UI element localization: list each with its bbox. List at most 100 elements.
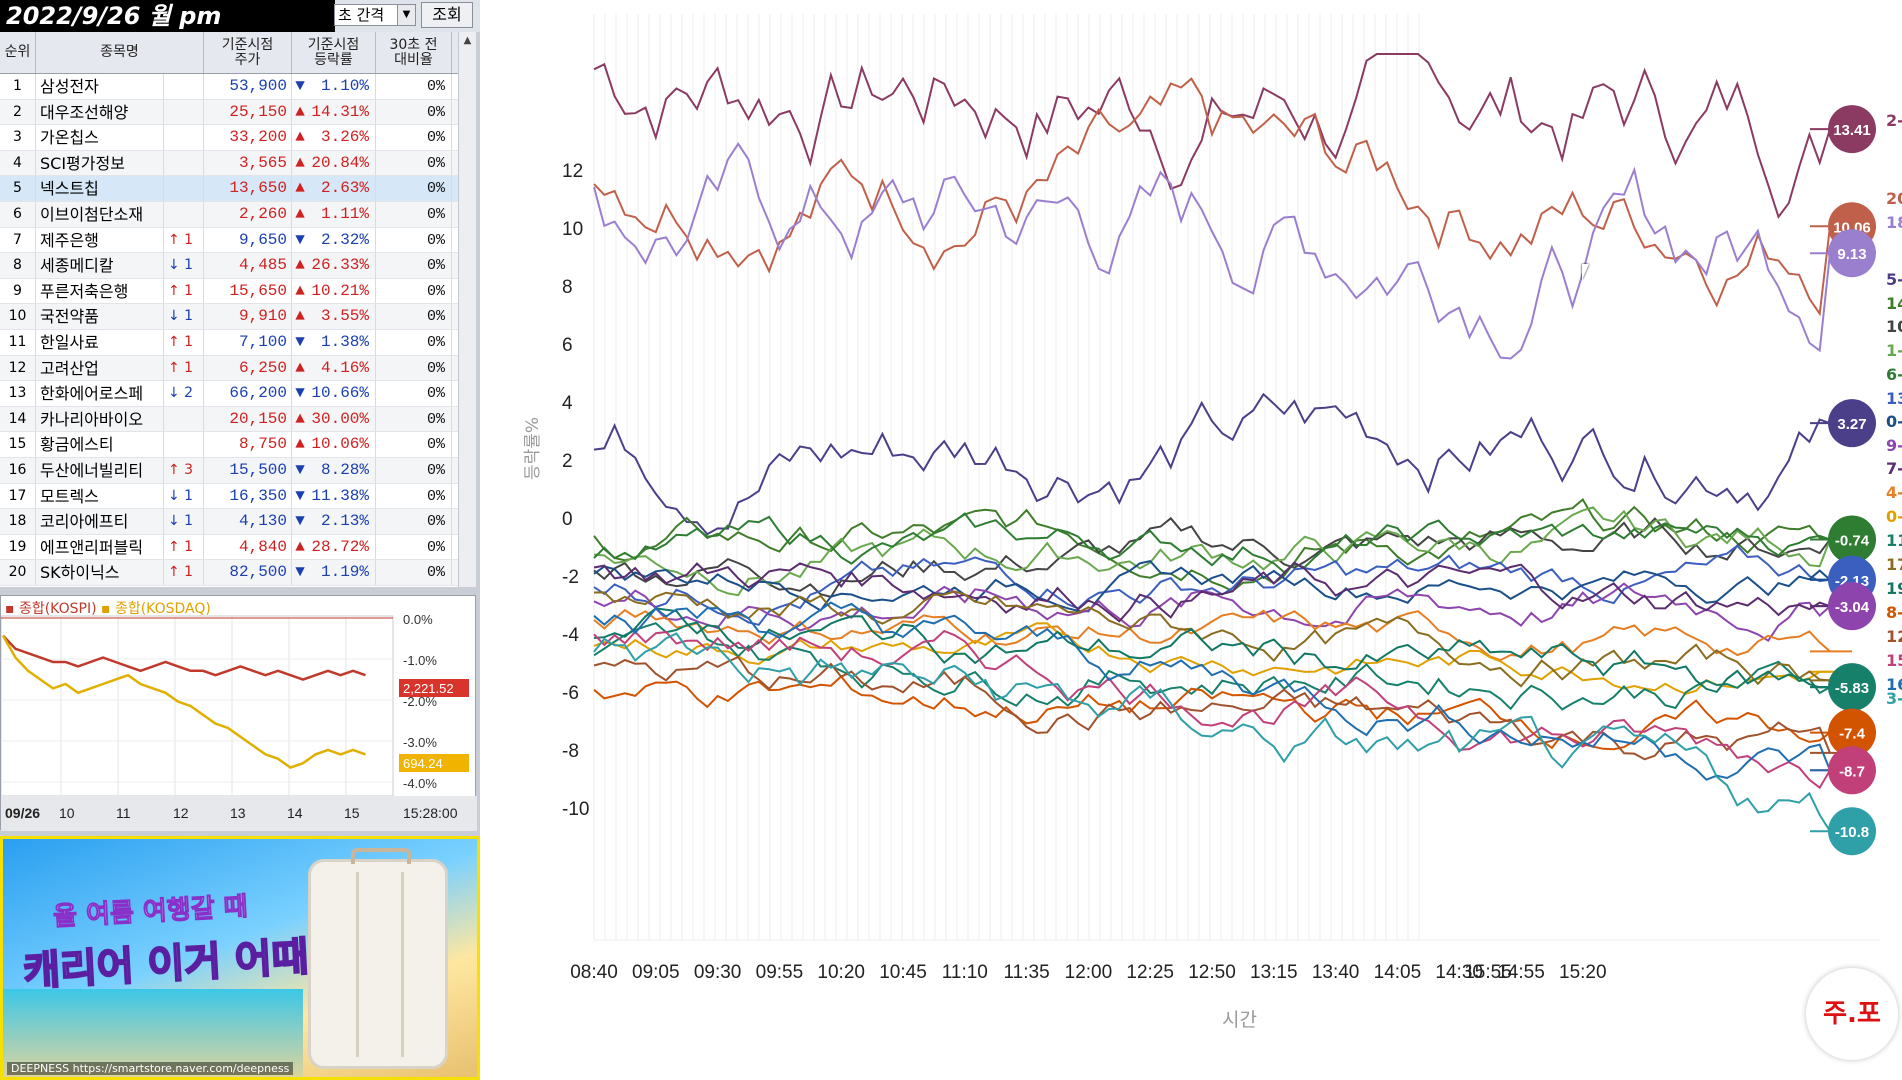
series-line	[593, 392, 1831, 536]
table-row[interactable]: 19 에프앤리퍼블릭 ↑ 1 4,840 ▲ 28.72% 0%	[0, 534, 476, 561]
table-row[interactable]: 16 두산에너빌리티 ↑ 3 15,500 ▼ 8.28% 0%	[0, 457, 476, 484]
header-rank[interactable]: 순위	[0, 32, 36, 73]
arrow-up-icon: ▲	[295, 409, 305, 428]
header-name[interactable]: 종목명	[36, 32, 204, 73]
interval-select[interactable]: 초 간격 ▼	[334, 4, 416, 26]
change-value: 3.26%	[320, 128, 369, 147]
arrow-up-icon: ▲	[295, 102, 305, 121]
header-change[interactable]: 기준시점 등락률	[292, 32, 376, 73]
change-value: 1.38%	[320, 332, 369, 351]
stock-name-cell: 삼성전자	[36, 74, 164, 99]
series-line	[593, 601, 1831, 781]
change-value: 10.21%	[311, 281, 369, 300]
price-cell: 7,100	[204, 329, 292, 355]
rank-move-cell: ↓ 2	[164, 381, 204, 406]
stock-name-cell: 푸른저축은행	[36, 278, 164, 304]
price-cell: 8,750	[204, 432, 292, 457]
table-row[interactable]: 14 카나리아바이오 20,150 ▲ 30.00% 0%	[0, 406, 476, 433]
table-row[interactable]: 2 대우조선해양 25,150 ▲ 14.31% 0%	[0, 99, 476, 126]
arrow-down-icon: ▼	[295, 77, 305, 95]
rank-move-cell: ↑ 1	[164, 355, 204, 381]
stock-name-cell: 황금에스티	[36, 432, 164, 457]
prev30-cell: 0%	[376, 534, 452, 560]
series-legend-label: 10-한일사료	[1886, 317, 1902, 336]
x-tick-label: 15:55	[1464, 962, 1512, 983]
rank-move-cell	[164, 176, 204, 201]
table-row[interactable]: 20 SK하이닉스 ↑ 1 82,500 ▼ 1.19% 0%	[0, 560, 476, 586]
table-row[interactable]: 3 가온칩스 33,200 ▲ 3.26% 0%	[0, 125, 476, 151]
prev30-cell: 0%	[376, 176, 452, 201]
change-value: 1.10%	[320, 77, 369, 95]
series-legend-label: 5-가온칩스	[1886, 270, 1902, 289]
series-legend-label: 7-제주은행	[1886, 459, 1902, 478]
kosdaq-value: 694.24	[403, 756, 443, 771]
table-row[interactable]: 4 SCI평가정보 3,565 ▲ 20.84% 0%	[0, 150, 476, 177]
series-line	[593, 582, 1831, 643]
table-row[interactable]: 12 고려산업 ↑ 1 6,250 ▲ 4.16% 0%	[0, 355, 476, 382]
x-tick-label: 10:45	[879, 962, 927, 983]
change-value: 14.31%	[311, 102, 369, 121]
query-button[interactable]: 조회	[421, 2, 473, 28]
table-row[interactable]: 17 모트렉스 ↓ 1 16,350 ▼ 11.38% 0%	[0, 483, 476, 510]
table-row[interactable]: 18 코리아에프티 ↓ 1 4,130 ▼ 2.13% 0%	[0, 509, 476, 535]
series-end-value: 3.27	[1837, 416, 1866, 433]
stock-name-cell: 한일사료	[36, 329, 164, 355]
mouse-cursor-icon	[1582, 264, 1589, 280]
chevron-down-icon[interactable]: ▼	[397, 5, 415, 25]
change-cell: ▼ 8.28%	[292, 457, 376, 483]
change-value: 2.13%	[320, 512, 369, 531]
table-row[interactable]: 6 이브이첨단소재 2,260 ▲ 1.11% 0%	[0, 201, 476, 228]
series-legend-label: 3-한화에어로스페이스	[1886, 689, 1902, 708]
table-row[interactable]: 5 넥스트칩 13,650 ▲ 2.63% 0%	[0, 176, 476, 202]
prev30-cell: 0%	[376, 150, 452, 176]
table-row[interactable]: 10 국전약품 ↓ 1 9,910 ▲ 3.55% 0%	[0, 304, 476, 330]
arrow-down-icon: ▼	[295, 460, 305, 479]
rank-move-cell	[164, 125, 204, 150]
series-end-value: -8.7	[1839, 763, 1865, 780]
table-row[interactable]: 13 한화에어로스페 ↓ 2 66,200 ▼ 10.66% 0%	[0, 381, 476, 407]
header-prev30[interactable]: 30초 전 대비율	[376, 32, 452, 73]
y-axis-label: 등락률%	[523, 416, 543, 480]
vertical-scrollbar[interactable]: ▲	[458, 32, 476, 587]
change-value: 10.66%	[311, 384, 369, 403]
x-tick-label: 12:25	[1126, 962, 1174, 983]
change-cell: ▲ 30.00%	[292, 406, 376, 432]
price-cell: 13,650	[204, 176, 292, 201]
scroll-up-icon[interactable]: ▲	[459, 32, 476, 50]
change-cell: ▲ 3.55%	[292, 304, 376, 329]
prev30-cell: 0%	[376, 74, 452, 99]
header-price-label: 기준시점 주가	[221, 36, 274, 68]
prev30-cell: 0%	[376, 278, 452, 304]
advertisement-banner[interactable]: 올 여름 여행갈 때 캐리어 이거 어때? DEEPNESS https://s…	[0, 836, 480, 1080]
rank-cell: 4	[0, 150, 36, 176]
header-price[interactable]: 기준시점 주가	[204, 32, 292, 73]
y-tick-label: 0	[562, 509, 573, 530]
price-cell: 3,565	[204, 150, 292, 176]
table-row[interactable]: 8 세종메디칼 ↓ 1 4,485 ▲ 26.33% 0%	[0, 253, 476, 279]
table-row[interactable]: 11 한일사료 ↑ 1 7,100 ▼ 1.38% 0%	[0, 329, 476, 356]
change-cell: ▲ 14.31%	[292, 99, 376, 125]
rank-cell: 19	[0, 534, 36, 560]
rank-move-cell: ↑ 1	[164, 278, 204, 304]
price-cell: 9,650	[204, 227, 292, 253]
y-tick-label: -2	[562, 567, 579, 588]
y-tick-label: 10	[562, 219, 583, 240]
series-legend-label: 1-삼성전자	[1886, 341, 1902, 360]
arrow-up-icon: ▲	[295, 537, 305, 556]
suitcase-handle	[351, 848, 411, 864]
series-legend-label: 15-두산에너빌리티	[1886, 651, 1902, 670]
table-row[interactable]: 1 삼성전자 53,900 ▼ 1.10% 0%	[0, 74, 476, 100]
series-legend-label: 17-LG화학	[1886, 555, 1902, 574]
series-legend-label: 18-푸른저축은행	[1886, 213, 1902, 232]
table-row[interactable]: 7 제주은행 ↑ 1 9,650 ▼ 2.32% 0%	[0, 227, 476, 254]
series-legend-label: 11-포스코케미칼	[1886, 531, 1902, 550]
rank-cell: 14	[0, 406, 36, 432]
table-row[interactable]: 15 황금에스티 8,750 ▲ 10.06% 0%	[0, 432, 476, 458]
rank-move-cell: ↑ 1	[164, 329, 204, 355]
arrow-up-icon: ▲	[295, 204, 305, 223]
mini-x-tick: 11	[116, 805, 131, 821]
kospi-value: 2,221.52	[403, 681, 454, 696]
series-legend-label: 0-코스피	[1886, 412, 1902, 431]
arrow-up-icon: ▲	[295, 281, 305, 300]
table-row[interactable]: 9 푸른저축은행 ↑ 1 15,650 ▲ 10.21% 0%	[0, 278, 476, 305]
